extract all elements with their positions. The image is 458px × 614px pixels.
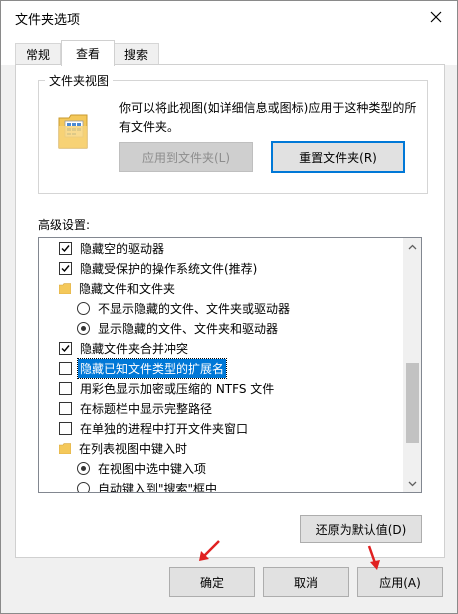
radio-selected[interactable] bbox=[77, 461, 90, 475]
list-group-header: 在列表视图中键入时 bbox=[59, 438, 189, 458]
tab-general[interactable]: 常规 bbox=[15, 43, 61, 64]
apply-to-folders-label: 应用到文件夹(L) bbox=[141, 150, 231, 165]
apply-button[interactable]: 应用(A) bbox=[357, 567, 443, 597]
list-item-label: 在列表视图中键入时 bbox=[79, 441, 188, 456]
list-item-label: 在单独的进程中打开文件夹窗口 bbox=[80, 421, 249, 436]
checkbox-unchecked[interactable] bbox=[59, 361, 72, 375]
list-item-label: 显示隐藏的文件、文件夹和驱动器 bbox=[98, 321, 279, 336]
vertical-scrollbar[interactable] bbox=[403, 238, 421, 492]
list-item-label: 在标题栏中显示完整路径 bbox=[80, 401, 213, 416]
list-item[interactable]: 显示隐藏的文件、文件夹和驱动器 bbox=[77, 318, 280, 338]
folder-views-icon bbox=[58, 114, 88, 149]
folder-icon bbox=[59, 282, 71, 294]
checkbox-unchecked[interactable] bbox=[59, 421, 72, 435]
checkbox-unchecked[interactable] bbox=[59, 381, 72, 395]
close-icon bbox=[430, 11, 442, 23]
list-item[interactable]: 不显示隐藏的文件、文件夹或驱动器 bbox=[77, 298, 292, 318]
advanced-settings-label: 高级设置: bbox=[38, 218, 91, 232]
scrollbar-thumb[interactable] bbox=[406, 363, 419, 443]
list-item[interactable]: 在视图中选中键入项 bbox=[77, 458, 208, 478]
tab-view[interactable]: 查看 bbox=[61, 40, 115, 66]
scroll-down-button[interactable] bbox=[404, 475, 421, 492]
view-tab-panel: 文件夹视图 你可以将此视图(如详细信息或图标)应用于这种类型的所有文件夹。 应用… bbox=[15, 64, 445, 558]
list-item[interactable]: 自动键入到"搜索"框中 bbox=[77, 478, 219, 493]
folder-views-legend: 文件夹视图 bbox=[45, 72, 114, 89]
title-bar: 文件夹选项 bbox=[1, 1, 457, 33]
list-item[interactable]: 隐藏受保护的操作系统文件(推荐) bbox=[59, 258, 259, 278]
tab-strip: 常规 查看 搜索 bbox=[1, 33, 457, 66]
list-item[interactable]: 用彩色显示加密或压缩的 NTFS 文件 bbox=[59, 378, 276, 398]
list-item-selected[interactable]: 隐藏已知文件类型的扩展名 bbox=[59, 357, 228, 379]
list-item-label: 不显示隐藏的文件、文件夹或驱动器 bbox=[98, 301, 291, 316]
apply-label: 应用(A) bbox=[379, 575, 421, 590]
advanced-settings-list[interactable]: 隐藏空的驱动器 隐藏受保护的操作系统文件(推荐) 隐藏文件和文件夹 不显示隐藏的… bbox=[38, 237, 422, 493]
chevron-up-icon bbox=[408, 244, 417, 249]
annotation-arrow-icon bbox=[367, 545, 380, 570]
list-item-label: 在视图中选中键入项 bbox=[98, 461, 207, 476]
radio-selected[interactable] bbox=[77, 321, 90, 335]
list-item[interactable]: 隐藏空的驱动器 bbox=[59, 238, 166, 258]
cancel-label: 取消 bbox=[293, 575, 318, 590]
reset-folders-button[interactable]: 重置文件夹(R) bbox=[271, 141, 405, 173]
list-item[interactable]: 在标题栏中显示完整路径 bbox=[59, 398, 214, 418]
restore-defaults-button[interactable]: 还原为默认值(D) bbox=[300, 515, 422, 543]
list-item[interactable]: 隐藏文件夹合并冲突 bbox=[59, 338, 190, 358]
folder-options-dialog: 文件夹选项 常规 查看 搜索 文件夹视图 你可以将此视图(如详细信息或图标)应用… bbox=[0, 0, 458, 614]
list-item[interactable]: 在单独的进程中打开文件夹窗口 bbox=[59, 418, 250, 438]
list-item-label: 隐藏文件夹合并冲突 bbox=[80, 341, 189, 356]
folder-views-description: 你可以将此视图(如详细信息或图标)应用于这种类型的所有文件夹。 bbox=[119, 101, 417, 134]
checkbox-unchecked[interactable] bbox=[59, 401, 72, 415]
reset-folders-label: 重置文件夹(R) bbox=[299, 150, 377, 165]
list-item-label: 隐藏空的驱动器 bbox=[80, 241, 165, 256]
close-button[interactable] bbox=[421, 3, 451, 31]
tab-view-label: 查看 bbox=[75, 47, 100, 61]
list-group-header: 隐藏文件和文件夹 bbox=[59, 278, 177, 298]
check-icon bbox=[61, 344, 70, 352]
check-icon bbox=[61, 244, 70, 252]
radio-unselected[interactable] bbox=[77, 481, 90, 492]
cancel-button[interactable]: 取消 bbox=[263, 567, 349, 597]
tab-search[interactable]: 搜索 bbox=[113, 43, 159, 64]
list-item-label: 用彩色显示加密或压缩的 NTFS 文件 bbox=[80, 381, 275, 396]
checkbox-checked[interactable] bbox=[59, 241, 72, 255]
check-icon bbox=[61, 264, 70, 272]
ok-label: 确定 bbox=[199, 575, 224, 590]
ok-button[interactable]: 确定 bbox=[169, 567, 255, 597]
annotation-arrow-icon bbox=[199, 540, 220, 561]
list-item-label: 隐藏已知文件类型的扩展名 bbox=[76, 357, 228, 379]
apply-to-folders-button[interactable]: 应用到文件夹(L) bbox=[119, 142, 253, 172]
tab-search-label: 搜索 bbox=[123, 47, 148, 62]
list-item-label: 隐藏受保护的操作系统文件(推荐) bbox=[80, 261, 258, 276]
checkbox-checked[interactable] bbox=[59, 261, 72, 275]
window-title: 文件夹选项 bbox=[15, 13, 81, 28]
list-item-label: 自动键入到"搜索"框中 bbox=[98, 481, 218, 493]
restore-defaults-label: 还原为默认值(D) bbox=[315, 522, 407, 537]
scroll-up-button[interactable] bbox=[404, 238, 421, 255]
folder-views-group: 文件夹视图 你可以将此视图(如详细信息或图标)应用于这种类型的所有文件夹。 应用… bbox=[38, 72, 428, 194]
list-item-label: 隐藏文件和文件夹 bbox=[79, 281, 176, 296]
tab-general-label: 常规 bbox=[25, 47, 50, 62]
radio-unselected[interactable] bbox=[77, 301, 90, 315]
checkbox-checked[interactable] bbox=[59, 341, 72, 355]
chevron-down-icon bbox=[408, 481, 417, 486]
folder-icon bbox=[59, 442, 71, 454]
